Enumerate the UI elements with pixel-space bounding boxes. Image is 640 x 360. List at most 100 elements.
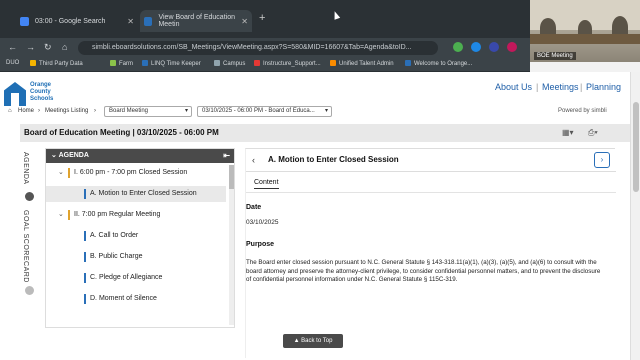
breadcrumb-meetings-listing[interactable]: Meetings Listing xyxy=(45,108,88,114)
meeting-title: Board of Education Meeting | 03/10/2025 … xyxy=(24,128,219,137)
bookmark-label: Farm xyxy=(119,61,133,67)
meeting-type-select[interactable]: Board Meeting ▾ xyxy=(104,106,192,117)
bookmark-third-party-data[interactable]: Third Party Data xyxy=(30,60,83,67)
extension-icon[interactable] xyxy=(489,42,499,52)
meeting-date-select[interactable]: 03/10/2025 - 06:00 PM - Board of Educa..… xyxy=(197,106,332,117)
bookmark-duo[interactable]: DUO xyxy=(6,60,19,66)
camera-label: BOE Meeting xyxy=(534,52,576,60)
breadcrumb: ⌂ Home › Meetings Listing › Board Meetin… xyxy=(0,104,630,120)
agenda-item-marker xyxy=(84,231,86,241)
bookmark-campus[interactable]: Campus xyxy=(214,60,245,67)
tab-goal-scorecard[interactable]: GOAL SCORECARD xyxy=(22,210,29,283)
farm-icon xyxy=(110,60,116,66)
breadcrumb-home[interactable]: Home xyxy=(18,108,34,114)
bookmark-farm[interactable]: Farm xyxy=(110,60,133,67)
side-tabs: AGENDA GOAL SCORECARD xyxy=(20,148,40,318)
tab-agenda[interactable]: AGENDA xyxy=(22,152,29,185)
collapse-panel-icon[interactable]: ⇤ xyxy=(223,149,230,163)
browser-tab-bar: 03:00 - Google Search ✕ View Board of Ed… xyxy=(0,0,530,38)
extension-icon[interactable] xyxy=(453,42,463,52)
agenda-indicator-icon xyxy=(25,192,34,201)
chevron-down-icon[interactable]: ⌄ xyxy=(58,165,64,181)
select-value: 03/10/2025 - 06:00 PM - Board of Educa..… xyxy=(202,108,315,114)
extension-icon[interactable] xyxy=(471,42,481,52)
tab-label: 03:00 - Google Search xyxy=(35,17,106,25)
campus-icon xyxy=(214,60,220,66)
view-options-icon[interactable]: ▦▾ xyxy=(562,128,574,137)
agenda-item-marker xyxy=(84,252,86,262)
tab-content[interactable]: Content xyxy=(254,179,279,189)
bookmark-label: DUO xyxy=(6,60,20,66)
bookmark-welcome[interactable]: Welcome to Orange... xyxy=(405,60,472,67)
agenda-item[interactable]: A. Call to Order xyxy=(46,228,226,244)
bookmark-label: Welcome to Orange... xyxy=(414,61,473,67)
agenda-item-label: D. Moment of Silence xyxy=(90,295,157,302)
reload-icon[interactable]: ↻ xyxy=(44,42,52,53)
agenda-item[interactable]: D. Moment of Silence xyxy=(46,291,226,307)
scroll-thumb[interactable] xyxy=(229,165,234,189)
nav-planning[interactable]: Planning xyxy=(586,82,621,92)
chevron-down-icon: ▾ xyxy=(184,108,188,114)
agenda-panel: ⌄ AGENDA ⇤ ⌄ I. 6:00 pm - 7:00 pm Closed … xyxy=(45,148,235,328)
powered-by[interactable]: Powered by simbli xyxy=(558,108,607,114)
agenda-item[interactable]: ⌄ II. 7:00 pm Regular Meeting xyxy=(46,207,226,223)
next-item-button[interactable]: › xyxy=(594,152,610,168)
bookmark-instructure[interactable]: Instructure_Support... xyxy=(254,60,321,67)
agenda-item-label: A. Motion to Enter Closed Session xyxy=(90,190,197,197)
bookmark-label: Campus xyxy=(223,61,246,67)
back-to-top-button[interactable]: ▲ Back to Top xyxy=(283,334,343,348)
agenda-item-marker xyxy=(68,168,70,178)
instructure-icon xyxy=(254,60,260,66)
extension-icon[interactable] xyxy=(507,42,517,52)
scroll-thumb[interactable] xyxy=(633,102,639,192)
agenda-item-marker xyxy=(84,273,86,283)
home-icon[interactable]: ⌂ xyxy=(62,42,67,52)
bookmark-unified-talent[interactable]: Unified Talent Admin xyxy=(330,60,394,67)
url-field[interactable]: simbli.eboardsolutions.com/SB_Meetings/V… xyxy=(78,41,438,55)
linq-icon xyxy=(142,60,148,66)
agenda-item[interactable]: ⌄ I. 6:00 pm - 7:00 pm Closed Session xyxy=(46,165,226,181)
welcome-icon xyxy=(405,60,411,66)
page-scrollbar[interactable] xyxy=(630,72,640,360)
camera-overlay: BOE Meeting xyxy=(530,0,640,62)
google-icon xyxy=(20,16,29,26)
breadcrumb-chevron-icon: › xyxy=(94,108,96,114)
nav-about-us[interactable]: About Us xyxy=(495,82,532,92)
chevron-down-icon[interactable]: ⌄ xyxy=(58,207,64,223)
tab-view-meeting[interactable]: View Board of Education Meetin ✕ xyxy=(140,10,252,32)
scorecard-indicator-icon xyxy=(25,286,34,295)
agenda-scrollbar[interactable] xyxy=(229,165,234,325)
logo-text: Orange County Schools xyxy=(30,82,53,103)
new-tab-button[interactable]: + xyxy=(259,12,265,24)
agenda-item-label: II. 7:00 pm Regular Meeting xyxy=(74,211,161,218)
previous-item-icon[interactable]: ‹ xyxy=(252,155,255,165)
purpose-label: Purpose xyxy=(246,241,275,248)
logo-line: County xyxy=(30,89,51,95)
close-tab-icon[interactable]: ✕ xyxy=(127,17,134,26)
school-house-icon xyxy=(4,82,26,106)
bookmark-linq[interactable]: LINQ Time Keeper xyxy=(142,60,201,67)
back-to-top-label: Back to Top xyxy=(301,338,333,344)
nav-meetings[interactable]: Meetings xyxy=(542,82,579,92)
back-arrow-icon[interactable]: ← xyxy=(8,42,17,52)
camera-desk xyxy=(530,34,640,44)
print-icon[interactable]: ⎙▾ xyxy=(588,128,598,138)
purpose-text: The Board enter closed session pursuant … xyxy=(246,259,601,283)
chevron-down-icon[interactable]: ⌄ xyxy=(51,152,57,159)
logo-line: Schools xyxy=(30,96,54,102)
bookmarks-bar: DUO Third Party Data Farm LINQ Time Keep… xyxy=(0,58,530,72)
select-value: Board Meeting xyxy=(109,108,149,114)
agenda-item[interactable]: B. Public Charge xyxy=(46,249,226,265)
close-tab-icon[interactable]: ✕ xyxy=(241,17,248,26)
chevron-down-icon: ▾ xyxy=(324,108,328,114)
home-icon[interactable]: ⌂ xyxy=(8,108,12,114)
screen: 03:00 - Google Search ✕ View Board of Ed… xyxy=(0,0,640,360)
bookmark-label: Third Party Data xyxy=(39,61,83,67)
agenda-item[interactable]: C. Pledge of Allegiance xyxy=(46,270,226,286)
agenda-item[interactable]: A. Motion to Enter Closed Session xyxy=(46,186,226,202)
divider xyxy=(246,192,616,193)
agenda-item-marker xyxy=(84,189,86,199)
agenda-item-label: I. 6:00 pm - 7:00 pm Closed Session xyxy=(74,169,188,176)
tab-google-search[interactable]: 03:00 - Google Search ✕ xyxy=(20,10,138,32)
forward-arrow-icon[interactable]: → xyxy=(26,42,35,52)
